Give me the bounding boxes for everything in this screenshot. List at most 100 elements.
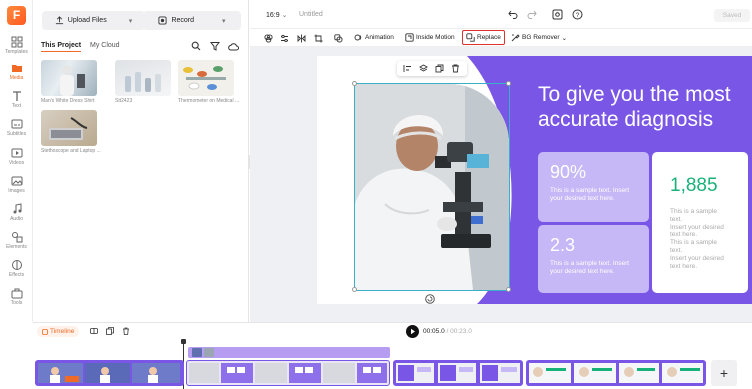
bg-remover-icon	[511, 34, 520, 42]
tab-my-cloud[interactable]: My Cloud	[90, 42, 120, 49]
resize-handle[interactable]	[352, 287, 357, 292]
rail-item-elements[interactable]: Elements	[0, 231, 33, 256]
rail-label: Images	[8, 188, 25, 194]
slide-heading[interactable]: To give you the most accurate diagnosis	[538, 82, 731, 132]
resize-handle[interactable]	[506, 287, 511, 292]
stat-text: This is a sample text. Insert your desir…	[550, 187, 630, 202]
rail-item-media[interactable]: Media	[0, 62, 33, 87]
bg-remover-label: BG Remover	[522, 34, 560, 41]
chevron-down-icon[interactable]: ▾	[222, 17, 226, 25]
media-thumbnail	[41, 110, 97, 146]
resize-handle[interactable]	[352, 81, 357, 86]
record-button[interactable]: Record ▾	[143, 11, 241, 30]
replace-button[interactable]: Replace	[462, 30, 505, 45]
video-clip[interactable]	[393, 360, 523, 386]
flip-icon[interactable]	[297, 34, 306, 43]
play-icon	[411, 328, 415, 335]
play-button[interactable]	[406, 325, 419, 338]
shapes-icon	[11, 232, 22, 243]
replace-label: Replace	[477, 34, 501, 41]
upload-files-button[interactable]: Upload Files ▾	[42, 11, 145, 30]
media-item[interactable]: Man's White Dress Shirt	[41, 60, 103, 104]
stat-card-3[interactable]: 1,885 This is a sample text. Insert your…	[652, 152, 748, 293]
search-icon[interactable]	[191, 41, 201, 51]
rail-label: Text	[11, 103, 22, 109]
rail-label: Effects	[8, 272, 25, 278]
inside-motion-label: Inside Motion	[416, 34, 455, 41]
bg-remover-button[interactable]: BG Remover ⌄	[511, 33, 567, 42]
time-display: 00:05.0 / 00:23.0	[423, 328, 472, 335]
stat-card-2[interactable]: 2.3 This is a sample text. Insert your d…	[538, 225, 649, 293]
video-clip[interactable]	[526, 360, 706, 386]
stat-text-line: text here.	[670, 262, 698, 270]
scientist-photo[interactable]	[355, 84, 509, 290]
laptop-image	[49, 117, 88, 140]
media-panel: Upload Files ▾ Record ▾ This Project My …	[33, 0, 249, 322]
media-thumbnail	[178, 60, 234, 96]
tab-this-project[interactable]: This Project	[41, 42, 82, 52]
rail-item-effects[interactable]: Effects	[0, 259, 33, 284]
stat-text: This is a sample text. Insert your desir…	[670, 208, 730, 270]
rotate-icon[interactable]	[425, 294, 435, 304]
effects-icon	[11, 260, 22, 270]
crop-icon[interactable]	[314, 34, 323, 43]
project-title[interactable]: Untitled	[299, 11, 323, 18]
aspect-ratio-select[interactable]: 16:9 ⌄	[266, 11, 287, 19]
layers-icon[interactable]	[419, 64, 428, 73]
timeline-toggle[interactable]: Timeline	[37, 326, 80, 337]
rail-item-audio[interactable]: Audio	[0, 203, 33, 228]
rail-item-templates[interactable]: Templates	[0, 36, 33, 61]
rail-label: Tools	[10, 300, 23, 306]
rail-item-subtitles[interactable]: Subtitles	[0, 118, 33, 143]
media-item[interactable]: Thermometer on Medical ...	[178, 60, 240, 104]
screenshot-icon[interactable]	[552, 9, 563, 20]
filter-icon[interactable]	[210, 41, 220, 51]
split-icon[interactable]	[90, 327, 98, 335]
clip-frames	[189, 363, 387, 383]
rail-item-images[interactable]: Images	[0, 175, 33, 200]
stat-value: 2.3	[550, 235, 576, 255]
video-clip[interactable]	[35, 360, 184, 386]
stat-text-line: text here.	[670, 231, 698, 239]
media-item[interactable]: Stt2423	[115, 60, 177, 104]
chevron-down-icon[interactable]: ▾	[129, 17, 133, 25]
rail-label: Media	[9, 75, 24, 81]
media-item-label: Man's White Dress Shirt	[41, 98, 95, 104]
copy-icon[interactable]	[106, 327, 114, 335]
top-bar: 16:9 ⌄ Untitled ? Saved	[250, 0, 752, 29]
align-icon[interactable]	[403, 64, 412, 73]
duplicate-icon[interactable]	[435, 64, 444, 73]
rail-item-videos[interactable]: Videos	[0, 147, 33, 172]
rail-label: Videos	[8, 160, 25, 166]
cloud-icon[interactable]	[228, 42, 239, 51]
playhead-handle[interactable]	[181, 339, 186, 344]
sliders-icon[interactable]	[280, 34, 289, 43]
test-tubes-image	[125, 72, 161, 92]
stat-text-line: This is a sample text.	[670, 239, 717, 254]
undo-icon[interactable]	[508, 10, 518, 19]
help-icon[interactable]: ?	[572, 9, 583, 20]
mask-icon[interactable]	[334, 34, 343, 43]
rail-item-tools[interactable]: Tools	[0, 287, 33, 312]
video-clip-selected[interactable]	[186, 360, 390, 386]
saved-button[interactable]: Saved	[714, 9, 750, 22]
left-rail: F Templates Media Text Subtitles Videos …	[0, 0, 33, 322]
stat-card-1[interactable]: 90% This is a sample text. Insert your d…	[538, 152, 649, 222]
slide-canvas[interactable]: To give you the most accurate diagnosis …	[317, 56, 752, 304]
add-clip-button[interactable]: +	[711, 360, 737, 386]
color-adjust-icon[interactable]	[264, 34, 273, 43]
rail-item-text[interactable]: Text	[0, 90, 33, 115]
redo-icon[interactable]	[527, 10, 537, 19]
rail-label: Elements	[6, 244, 27, 250]
video-icon	[11, 148, 22, 158]
media-item[interactable]: Stethoscope and Laptop ...	[41, 110, 103, 154]
delete-icon[interactable]	[451, 64, 460, 73]
stat-text-line: Insert your desired	[670, 254, 724, 262]
animation-button[interactable]: Animation	[354, 33, 394, 42]
delete-icon[interactable]	[122, 327, 130, 335]
resize-handle[interactable]	[506, 81, 511, 86]
chevron-down-icon: ⌄	[281, 12, 288, 19]
inside-motion-button[interactable]: Inside Motion	[405, 33, 455, 42]
stat-value: 90%	[550, 162, 587, 182]
overlay-track-clip[interactable]	[188, 347, 390, 358]
